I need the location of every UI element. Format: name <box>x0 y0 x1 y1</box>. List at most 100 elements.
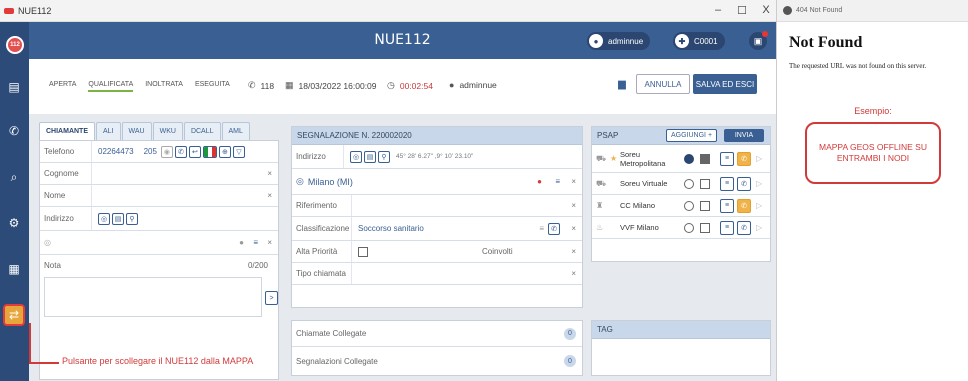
list-icon[interactable]: ≡ <box>720 198 734 213</box>
offline-note-box: MAPPA GEOS OFFLINE SU ENTRAMBI I NODI <box>805 122 941 184</box>
list-icon[interactable]: ▦ <box>7 262 21 276</box>
chiamate-collegate-label: Chiamate Collegate <box>296 329 367 338</box>
geo-icon[interactable]: ◎ <box>350 150 362 163</box>
search-map-icon[interactable]: ⌕ <box>7 170 21 184</box>
chiamate-collegate-row[interactable]: Chiamate Collegate 0 <box>292 321 582 347</box>
seg-location-row[interactable]: ◎ Milano (MI) ● ≡ × <box>292 169 582 195</box>
psap-checkbox[interactable] <box>700 153 710 164</box>
invia-button[interactable]: INVIA <box>724 129 764 142</box>
document-icon[interactable]: ▤ <box>7 80 21 94</box>
map-icon[interactable]: ▤ <box>364 150 376 163</box>
psap-radio[interactable] <box>684 200 694 211</box>
globe-icon[interactable]: ⊕ <box>218 145 231 158</box>
status-steps: APERTA QUALIFICATA INOLTRATA ESEGUITA <box>49 81 242 92</box>
send-note-button[interactable]: > <box>265 291 278 305</box>
nota-textarea[interactable] <box>44 277 262 317</box>
tipo-chiamata-row[interactable]: Tipo chiamata × <box>292 263 582 285</box>
clear-icon[interactable]: × <box>267 191 272 200</box>
browser-tab[interactable]: 404 Not Found <box>777 0 968 22</box>
call-icon[interactable]: ✆ <box>737 198 751 213</box>
clear-icon[interactable]: × <box>571 269 576 278</box>
send-icon[interactable]: ▷ <box>756 179 762 188</box>
address-line-row[interactable]: ◎ ● ≡ × <box>40 231 278 255</box>
list-filter-icon[interactable]: ≡ <box>253 238 258 247</box>
tab-dcall[interactable]: DCALL <box>183 122 221 140</box>
tab-chiamante[interactable]: CHIAMANTE <box>39 122 95 140</box>
nome-row[interactable]: Nome × <box>40 185 278 207</box>
print-button[interactable]: ▆ <box>613 74 631 94</box>
close-button[interactable]: X <box>759 4 773 16</box>
clear-icon[interactable]: × <box>267 238 272 247</box>
clear-icon[interactable]: × <box>571 247 576 256</box>
call-icon[interactable]: ✆ <box>548 222 560 235</box>
phone-icon[interactable]: ✆ <box>7 124 21 138</box>
telefono-row: Telefono 02264473 205 ◉ ✆ ↩ ⊕ ▽ <box>40 141 278 163</box>
call-icon[interactable]: ✆ <box>174 145 187 158</box>
riferimento-row[interactable]: Riferimento × <box>292 195 582 217</box>
list-icon[interactable]: ≡ <box>720 176 734 191</box>
psap-checkbox[interactable] <box>700 200 710 211</box>
police-icon: ♜ <box>596 201 604 210</box>
toolbar: APERTA QUALIFICATA INOLTRATA ESEGUITA ✆ 1… <box>29 59 776 114</box>
map-icon[interactable]: ▤ <box>112 212 124 225</box>
cognome-row[interactable]: Cognome × <box>40 163 278 185</box>
station-pill[interactable]: ✚ C0001 <box>673 32 725 50</box>
clear-icon[interactable]: × <box>267 169 272 178</box>
coinvolti-label: Coinvolti <box>482 247 513 256</box>
list-icon[interactable]: ≡ <box>720 220 734 235</box>
unlink-map-icon[interactable]: ⇄ <box>3 304 25 326</box>
telefono-value[interactable]: 02264473 <box>92 147 134 156</box>
aggiungi-button[interactable]: AGGIUNGI + <box>666 129 718 142</box>
alta-priorita-checkbox[interactable] <box>358 246 368 257</box>
pin-icon[interactable]: ⚲ <box>126 212 138 225</box>
clear-icon[interactable]: × <box>571 224 576 233</box>
browser-pane: 404 Not Found Not Found The requested UR… <box>776 0 968 381</box>
call-icon[interactable]: ✆ <box>737 220 751 235</box>
annulla-button[interactable]: ANNULLA <box>636 74 690 94</box>
tab-wau[interactable]: WAU <box>121 122 152 140</box>
settings-icon[interactable]: ⚙ <box>7 216 21 230</box>
segnalazioni-collegate-label: Segnalazioni Collegate <box>296 356 378 366</box>
filter-icon[interactable]: ▽ <box>232 145 245 158</box>
send-icon[interactable]: ▷ <box>756 223 762 232</box>
psap-checkbox[interactable] <box>700 222 710 233</box>
italy-flag-icon[interactable] <box>202 145 217 158</box>
clear-icon[interactable]: × <box>571 201 576 210</box>
psap-row[interactable]: ⛟ ★ Soreu Metropolitana ≡ ✆ ▷ <box>592 145 770 173</box>
not-found-heading: Not Found <box>789 34 863 51</box>
salva-button[interactable]: SALVA ED ESCI <box>693 74 757 94</box>
user-pill[interactable]: ● adminnue <box>587 32 651 50</box>
callback-icon[interactable]: ↩ <box>188 145 201 158</box>
red-status-dot: ● <box>537 177 542 186</box>
psap-row[interactable]: ⛟ Soreu Virtuale ≡ ✆ ▷ <box>592 173 770 195</box>
telefono-ext: 205 <box>143 147 157 156</box>
psap-radio[interactable] <box>684 178 694 189</box>
send-icon[interactable]: ▷ <box>756 154 762 163</box>
list-icon[interactable]: ≡ <box>720 151 734 166</box>
classificazione-row[interactable]: Classificazione Soccorso sanitario ≡ ✆ × <box>292 217 582 241</box>
tab-aml[interactable]: AML <box>221 122 250 140</box>
call-icon[interactable]: ✆ <box>737 151 751 166</box>
psap-radio[interactable] <box>684 153 694 164</box>
station-icon: ✚ <box>675 34 689 48</box>
pin-icon[interactable]: ⚲ <box>378 150 390 163</box>
clear-icon[interactable]: × <box>571 177 576 186</box>
maximize-button[interactable]: ☐ <box>735 4 749 17</box>
chat-button[interactable]: ▣ <box>749 31 768 50</box>
segnalazioni-collegate-row[interactable]: Segnalazioni Collegate 0 <box>292 347 582 375</box>
list-filter-icon[interactable]: ≡ <box>555 177 560 186</box>
psap-row[interactable]: ♜ CC Milano ≡ ✆ ▷ <box>592 195 770 217</box>
info-icon[interactable]: ◉ <box>160 145 173 158</box>
psap-checkbox[interactable] <box>700 178 710 189</box>
psap-row[interactable]: ♨ VVF Milano ≡ ✆ ▷ <box>592 217 770 239</box>
geo-icon[interactable]: ◎ <box>98 212 110 225</box>
tab-ali[interactable]: ALI <box>96 122 121 140</box>
list-filter-icon[interactable]: ≡ <box>539 224 544 233</box>
tab-wku[interactable]: WKU <box>152 122 183 140</box>
send-icon[interactable]: ▷ <box>756 201 762 210</box>
call-icon[interactable]: ✆ <box>737 176 751 191</box>
psap-radio[interactable] <box>684 222 694 233</box>
minimize-button[interactable]: – <box>711 4 725 16</box>
psap-name: Soreu Metropolitana <box>620 149 666 168</box>
step-eseguita: ESEGUITA <box>194 81 230 88</box>
